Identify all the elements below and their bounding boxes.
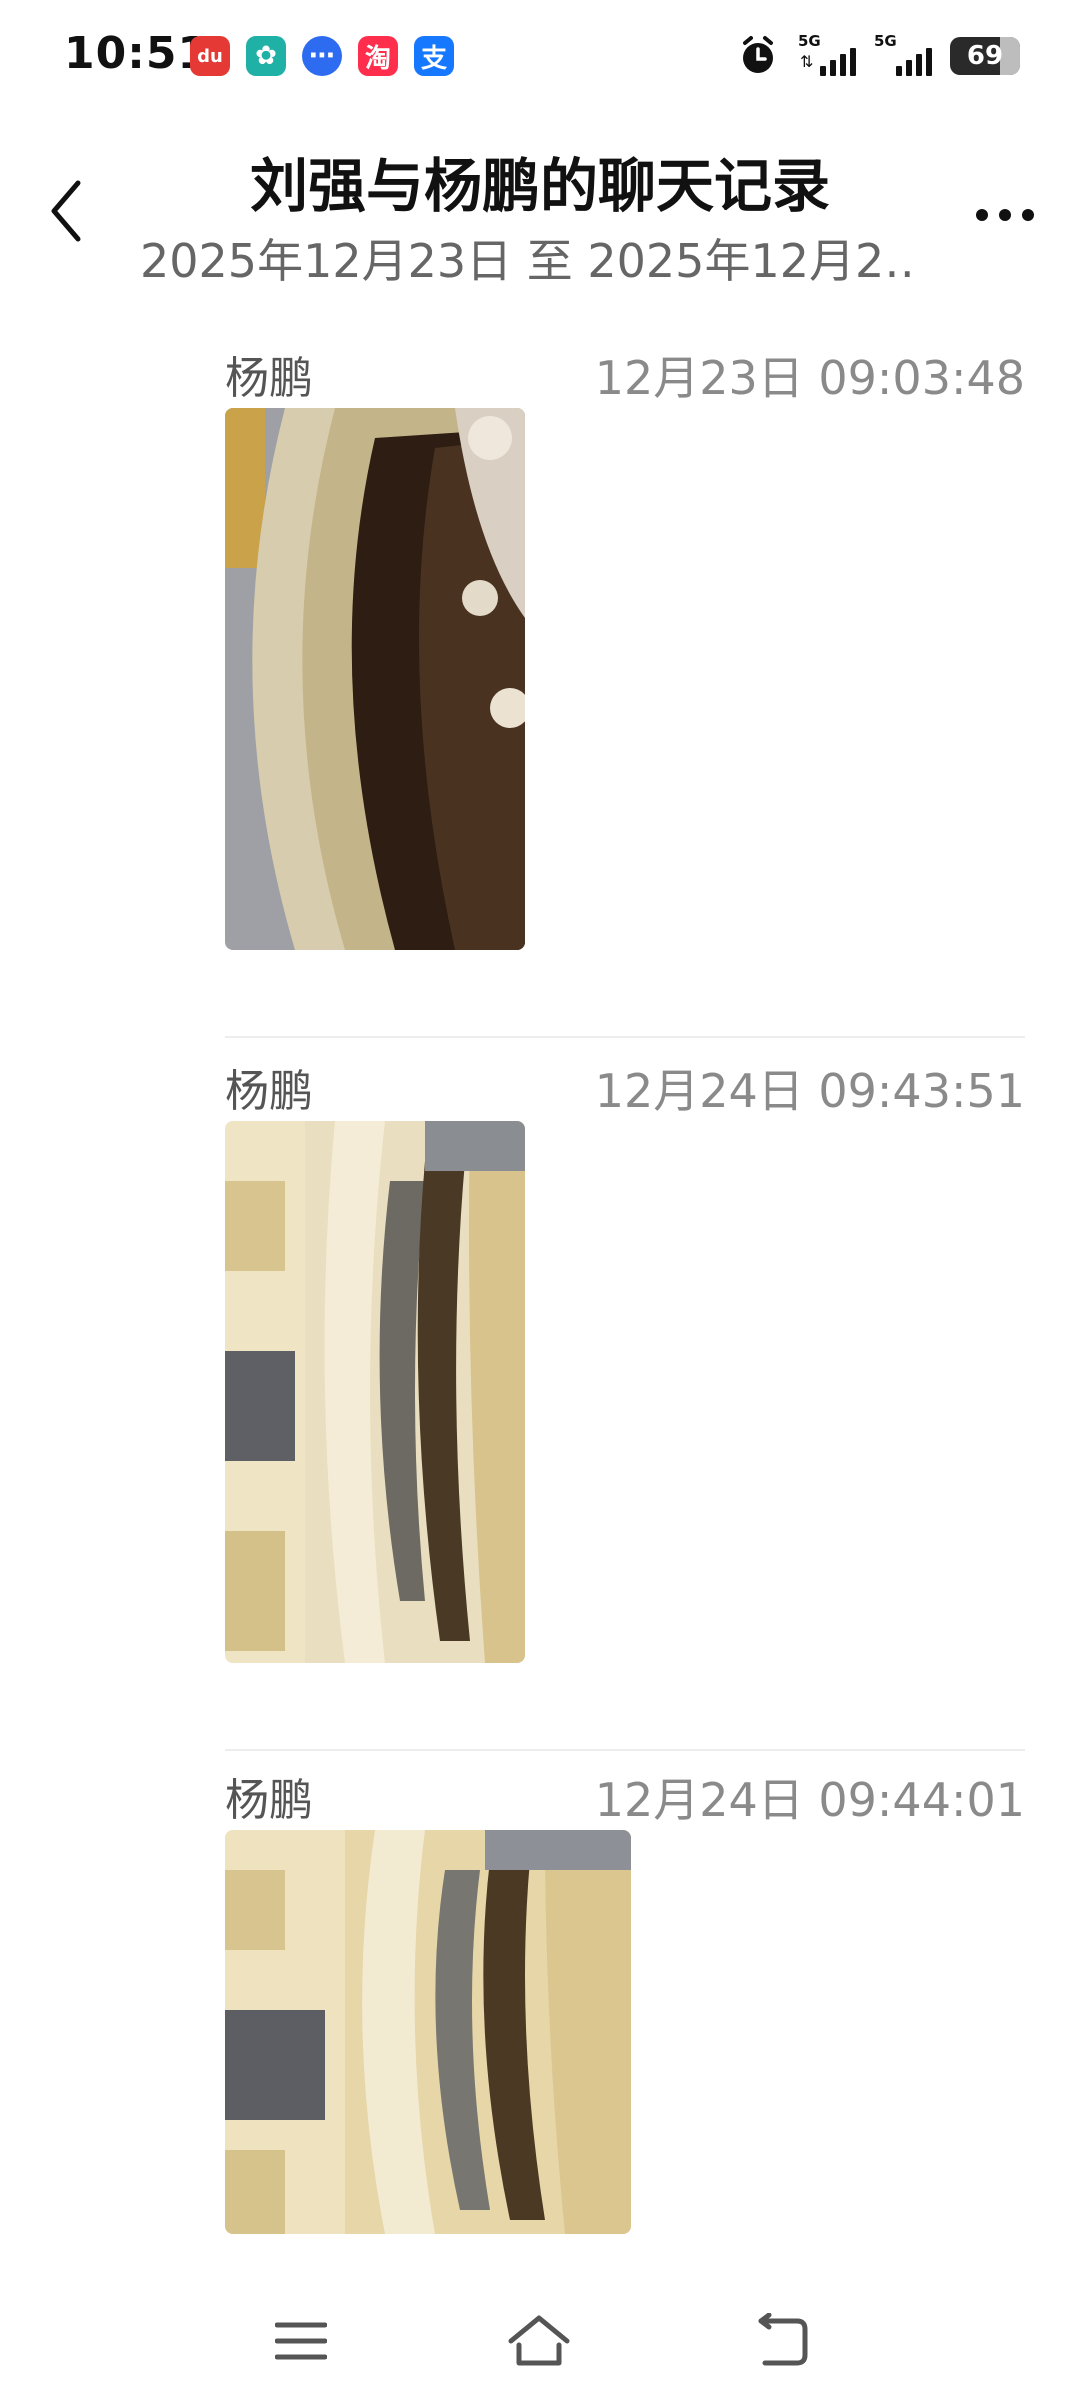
back-nav-button[interactable] bbox=[746, 2306, 816, 2376]
status-bar: 10:51 du ✿ ⋯ 淘 支 5G ⇅ 5G 69 bbox=[0, 0, 1080, 115]
map-app-icon: du bbox=[190, 36, 230, 76]
battery-level: 69 bbox=[966, 41, 1004, 71]
battery-icon: 69 bbox=[950, 37, 1020, 75]
date-range-subtitle: 2025年12月23日 至 2025年12月2… bbox=[140, 234, 920, 288]
rusty-disc-photo-1 bbox=[225, 408, 525, 950]
menu-button[interactable] bbox=[266, 2306, 336, 2376]
signal-5g-icon: 5G ⇅ bbox=[798, 32, 856, 80]
message-timestamp: 12月24日 09:44:01 bbox=[594, 1773, 1025, 1827]
back-button[interactable] bbox=[36, 171, 96, 251]
taobao-app-icon: 淘 bbox=[358, 36, 398, 76]
more-options-button[interactable] bbox=[960, 185, 1050, 245]
menu-icon bbox=[275, 2322, 327, 2360]
message-image[interactable] bbox=[225, 1830, 631, 2234]
signal-5g-icon-2: 5G bbox=[874, 32, 932, 80]
back-icon bbox=[758, 2313, 808, 2366]
message-divider bbox=[225, 1749, 1025, 1751]
message-app-icon: ⋯ bbox=[302, 36, 342, 76]
china-mobile-app-icon: ✿ bbox=[246, 36, 286, 76]
message-image[interactable] bbox=[225, 1121, 525, 1663]
home-icon bbox=[508, 2315, 570, 2366]
message-timestamp: 12月23日 09:03:48 bbox=[594, 351, 1025, 405]
message-item: 杨鹏 12月24日 09:43:51 bbox=[225, 1055, 1025, 1751]
sender-name: 杨鹏 bbox=[225, 1775, 313, 1826]
message-timestamp: 12月24日 09:43:51 bbox=[594, 1064, 1025, 1118]
message-image[interactable] bbox=[225, 408, 525, 950]
rusty-disc-photo-2 bbox=[225, 1121, 525, 1663]
system-status: 5G ⇅ 5G 69 bbox=[736, 32, 1020, 80]
home-button[interactable] bbox=[504, 2306, 574, 2376]
rusty-disc-photo-3 bbox=[225, 1830, 631, 2234]
sender-name: 杨鹏 bbox=[225, 1066, 313, 1117]
chevron-left-icon bbox=[51, 180, 81, 242]
message-divider bbox=[225, 1036, 1025, 1038]
chat-history-screen: 10:51 du ✿ ⋯ 淘 支 5G ⇅ 5G 69 刘强与杨鹏的聊天记录 2… bbox=[0, 0, 1080, 2400]
alipay-app-icon: 支 bbox=[414, 36, 454, 76]
notification-icons: du ✿ ⋯ 淘 支 bbox=[190, 36, 454, 76]
sender-name: 杨鹏 bbox=[225, 353, 313, 404]
system-navigation-bar bbox=[0, 2270, 1080, 2400]
message-item: 杨鹏 12月23日 09:03:48 bbox=[225, 342, 1025, 1038]
alarm-clock-icon bbox=[743, 36, 773, 73]
page-title: 刘强与杨鹏的聊天记录 bbox=[249, 152, 830, 220]
clock: 10:51 bbox=[64, 28, 210, 79]
header: 刘强与杨鹏的聊天记录 2025年12月23日 至 2025年12月2… bbox=[0, 125, 1080, 295]
